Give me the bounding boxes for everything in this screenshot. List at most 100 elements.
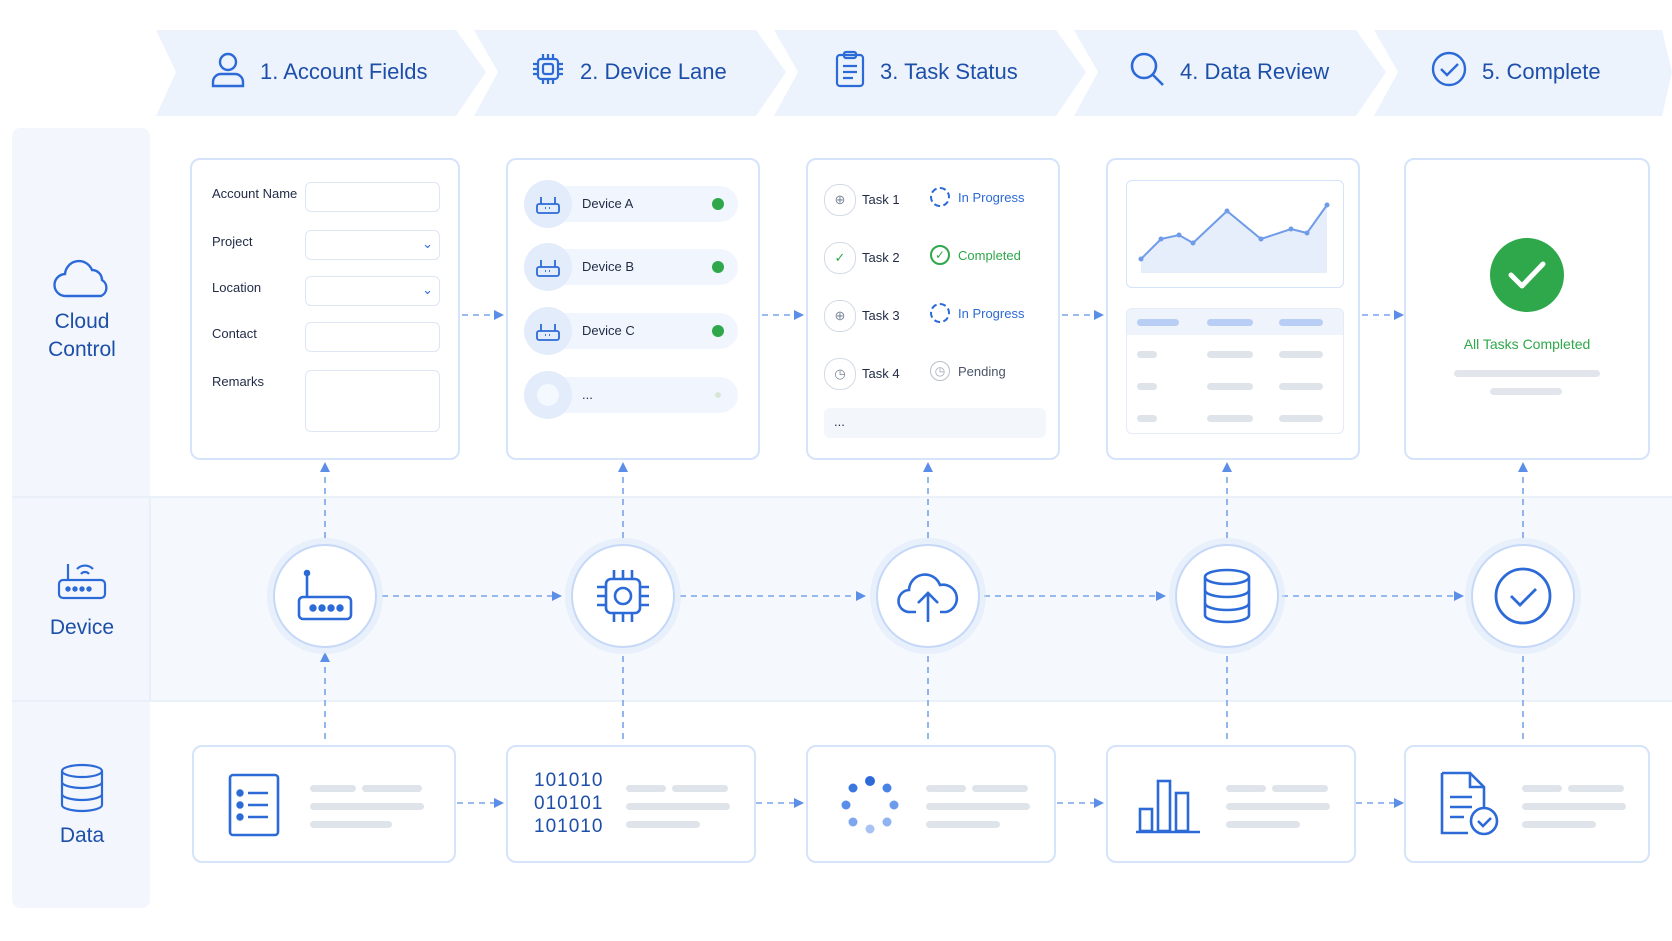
in-progress-icon (930, 303, 950, 323)
check-circle-icon (1494, 567, 1552, 625)
status-dot (715, 392, 721, 398)
contact-input[interactable] (305, 322, 440, 352)
device-node-database[interactable] (1175, 544, 1279, 648)
step-3[interactable]: 3. Task Status (834, 50, 1018, 94)
database-icon (14, 762, 150, 822)
loading-spinner-icon (841, 776, 899, 834)
data-review-card (1106, 158, 1360, 460)
status-dot (712, 325, 724, 337)
placeholder-icon (524, 371, 572, 419)
lane-device-label: Device (49, 616, 115, 639)
spinner-icon: ⊕ (824, 184, 856, 216)
task-more-row[interactable]: ... (824, 408, 1046, 438)
router-icon (14, 552, 150, 614)
device-row[interactable]: Device C (524, 307, 738, 355)
location-label: Location (212, 280, 262, 295)
task-name: Task 3 (862, 308, 900, 323)
complete-message: All Tasks Completed (1463, 336, 1591, 352)
account-fields-card: Account Name Project ⌄ Location ⌄ Contac… (190, 158, 460, 460)
check-icon: ✓ (824, 242, 856, 274)
step-2[interactable]: 2. Device Lane (530, 50, 727, 94)
device-name: ... (582, 387, 593, 402)
spinner-icon: ⊕ (824, 300, 856, 332)
task-status-text: Pending (958, 363, 1006, 379)
task-row[interactable]: ✓ Task 2 ✓ Completed (824, 242, 1024, 276)
database-icon (1203, 568, 1251, 624)
task-name: Task 4 (862, 366, 900, 381)
lane-cloud-control-label: Cloud Control (48, 310, 116, 361)
contact-label: Contact (212, 326, 257, 341)
task-status: ✓ Completed (930, 245, 1021, 265)
task-status: In Progress (930, 187, 1024, 207)
binary-line: 101010 (534, 770, 604, 791)
device-node-router[interactable] (273, 544, 377, 648)
device-name: Device A (582, 196, 634, 211)
lane-device: Device (14, 552, 150, 642)
task-status-card: ⊕ Task 1 In Progress ✓ Task 2 ✓ Complete… (806, 158, 1060, 460)
task-status: In Progress (930, 303, 1024, 323)
router-icon (297, 569, 353, 621)
chip-icon (597, 570, 649, 622)
task-name: Task 1 (862, 192, 900, 207)
status-dot (712, 261, 724, 273)
lane-data-label: Data (59, 824, 105, 847)
remarks-label: Remarks (212, 374, 265, 389)
task-row[interactable]: ◷ Task 4 ◷ Pending (824, 358, 1024, 392)
list-document-icon (228, 773, 280, 837)
data-card-binary: 101010 010101 101010 (506, 745, 756, 863)
complete-card: All Tasks Completed (1404, 158, 1650, 460)
router-icon (524, 307, 572, 355)
lane-cloud-control: Cloud Control (14, 256, 150, 364)
data-card-processing (806, 745, 1056, 863)
data-card-report (1404, 745, 1650, 863)
account-name-input[interactable] (305, 182, 440, 212)
location-select[interactable]: ⌄ (305, 276, 440, 306)
data-table (1126, 308, 1344, 434)
project-select[interactable]: ⌄ (305, 230, 440, 260)
task-row[interactable]: ⊕ Task 1 In Progress (824, 184, 1024, 218)
step-4[interactable]: 4. Data Review (1128, 50, 1329, 94)
task-status-text: In Progress (958, 305, 1025, 321)
step-1-label: 1. Account Fields (260, 59, 428, 84)
search-icon (1128, 50, 1166, 94)
device-row-more[interactable]: ... (524, 371, 738, 419)
clipboard-icon (834, 50, 866, 94)
task-name: Task 2 (862, 250, 900, 265)
data-card-chart (1106, 745, 1356, 863)
step-1[interactable]: 1. Account Fields (210, 50, 428, 94)
success-check-icon (1490, 238, 1564, 312)
bar-chart-icon (1136, 779, 1200, 834)
step-3-label: 3. Task Status (880, 59, 1018, 84)
device-node-cloud-upload[interactable] (876, 544, 980, 648)
task-row[interactable]: ⊕ Task 3 In Progress (824, 300, 1024, 334)
step-4-label: 4. Data Review (1180, 59, 1330, 84)
binary-line: 010101 (534, 793, 604, 814)
chevron-down-icon: ⌄ (422, 282, 433, 297)
task-status-text: Completed (958, 247, 1021, 263)
remarks-textarea[interactable] (305, 370, 440, 432)
step-5-label: 5. Complete (1482, 59, 1601, 84)
binary-line: 101010 (534, 816, 604, 837)
step-2-label: 2. Device Lane (580, 59, 727, 84)
step-5[interactable]: 5. Complete (1430, 50, 1601, 94)
step-header: 1. Account Fields 2. Device Lane 3. Task… (0, 0, 1672, 124)
pending-icon: ◷ (930, 361, 950, 381)
task-status-text: In Progress (958, 189, 1025, 205)
data-card-list (192, 745, 456, 863)
status-dot (712, 198, 724, 210)
user-icon (210, 50, 246, 94)
lane-data: Data (14, 762, 150, 850)
device-node-chip[interactable] (571, 544, 675, 648)
task-more-text: ... (834, 414, 845, 429)
binary-icon: 101010 010101 101010 (534, 769, 603, 838)
account-name-label: Account Name (212, 186, 298, 201)
device-row[interactable]: Device A (524, 180, 738, 228)
document-check-icon (1440, 771, 1499, 836)
chevron-down-icon: ⌄ (422, 236, 433, 251)
router-icon (524, 243, 572, 291)
device-node-complete[interactable] (1471, 544, 1575, 648)
in-progress-icon (930, 187, 950, 207)
device-name: Device C (582, 323, 635, 338)
device-row[interactable]: Device B (524, 243, 738, 291)
check-circle-icon (1430, 50, 1468, 94)
